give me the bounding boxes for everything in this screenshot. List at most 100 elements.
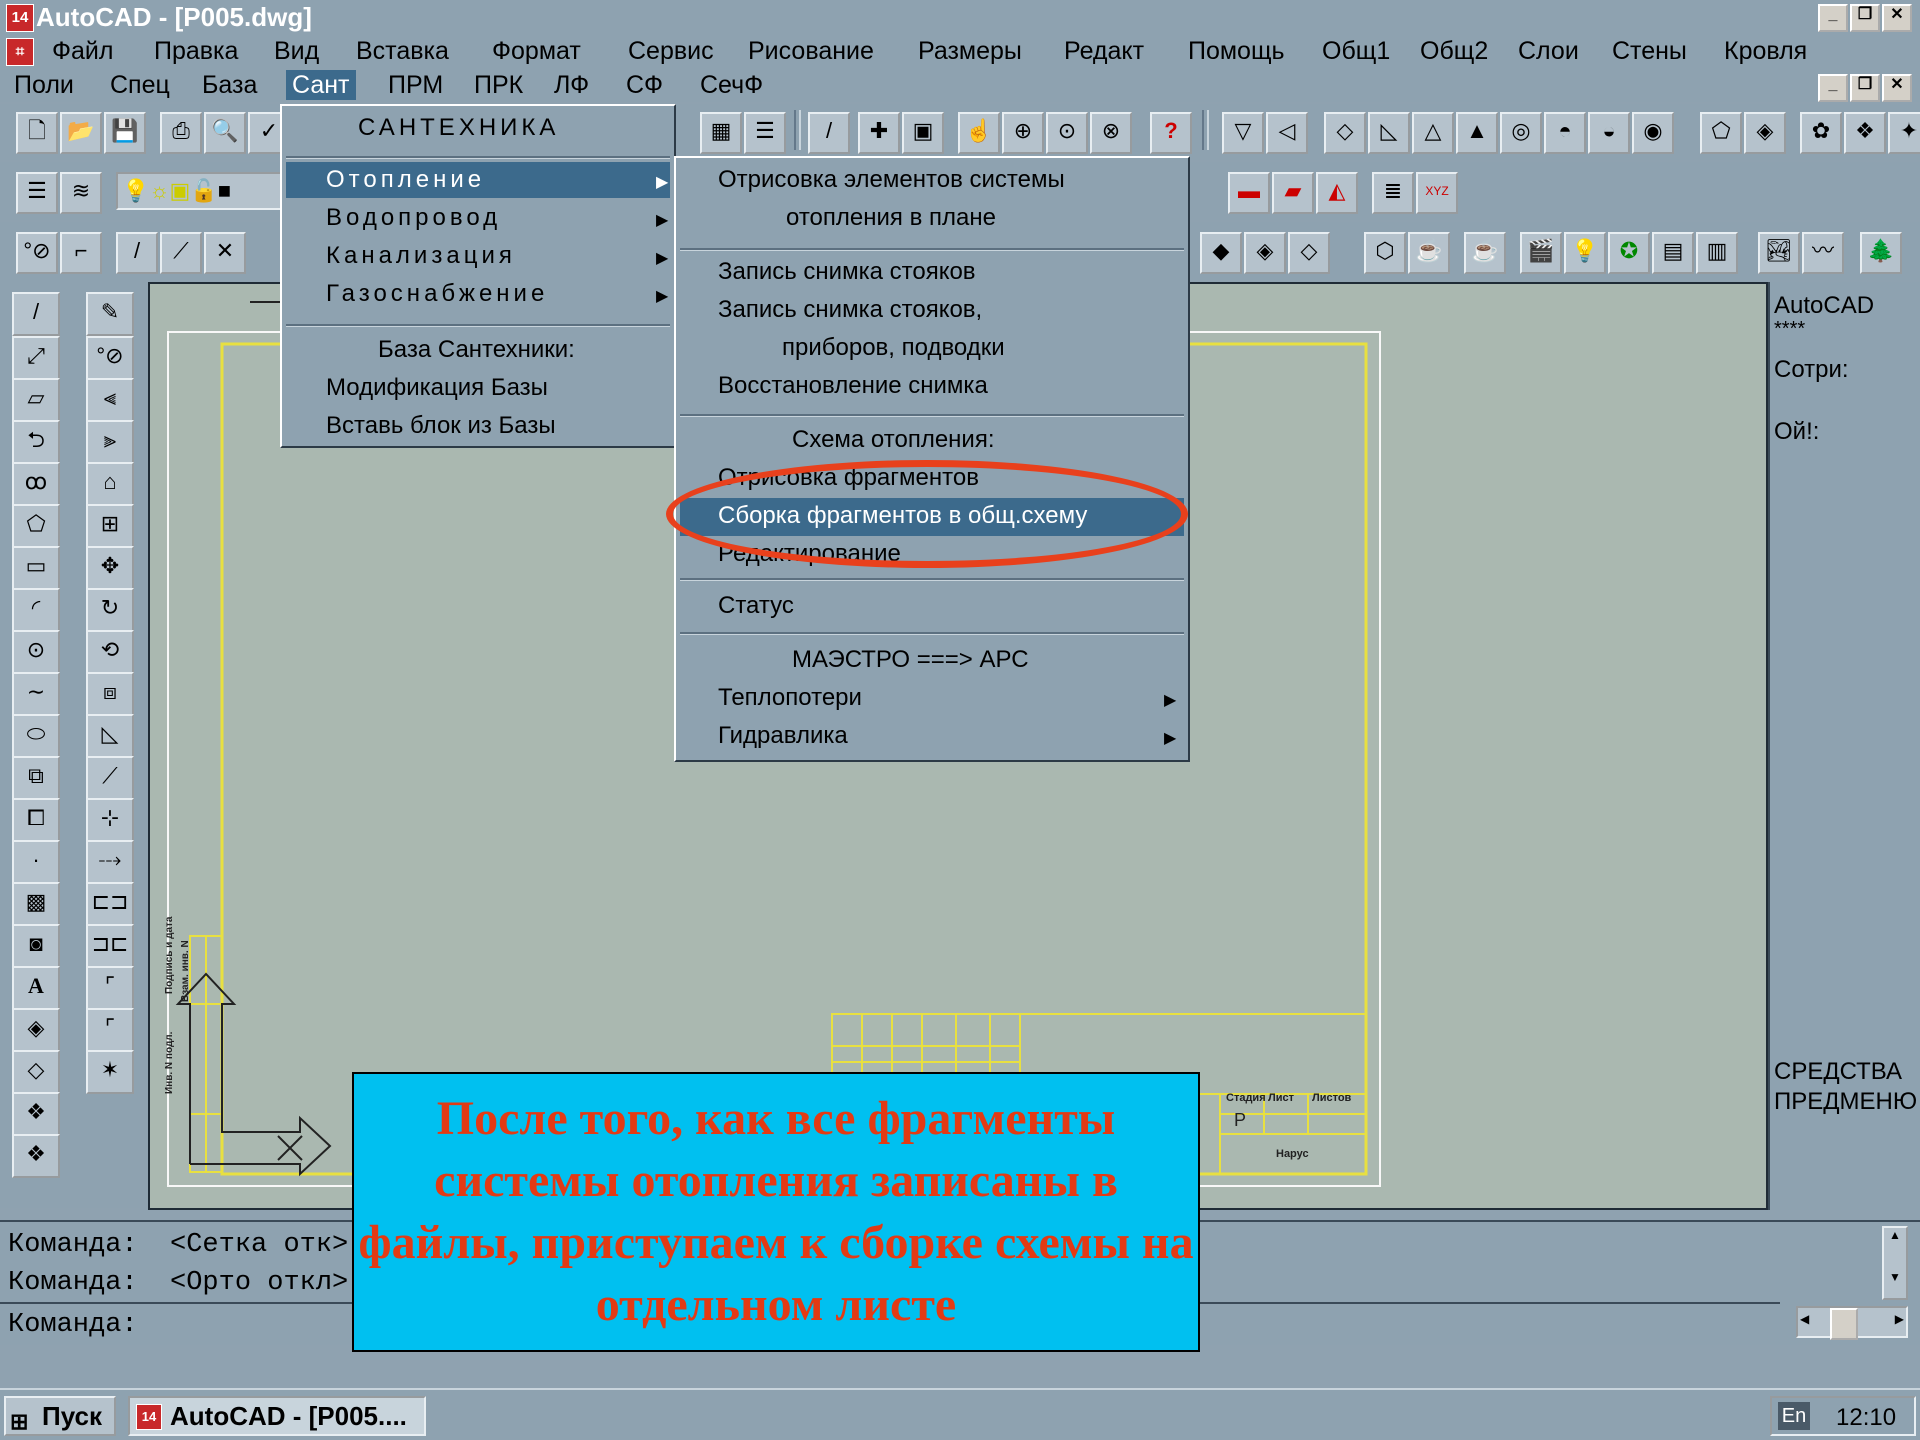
menu-help[interactable]: Помощь (1182, 36, 1291, 66)
side-premenu[interactable]: ПРЕДМЕНЮ (1774, 1088, 1917, 1116)
menu-walls[interactable]: Стены (1606, 36, 1693, 66)
shade2-icon[interactable]: ◈ (1244, 232, 1286, 274)
draw-circle-icon[interactable]: ⊙ (12, 630, 60, 674)
lengthen-icon[interactable]: ◺ (86, 714, 134, 758)
minimize-icon[interactable]: _ (1818, 4, 1848, 32)
landscape-icon[interactable]: ✪ (1608, 232, 1650, 274)
extend-icon[interactable]: ⊹ (86, 798, 134, 842)
light-icon[interactable]: 💡 (1564, 232, 1606, 274)
draw-rectangle-icon[interactable]: ▭ (12, 546, 60, 590)
extrude-icon[interactable]: ✦ (1888, 112, 1920, 154)
scroll-left-icon[interactable]: ◀ (1800, 1312, 1809, 1326)
pan-icon[interactable]: ☝ (958, 112, 1000, 154)
mirror-icon[interactable]: ⫷ (86, 378, 134, 422)
scale-icon[interactable]: ⟲ (86, 630, 134, 674)
draw-polygon-icon[interactable]: ⬠ (12, 504, 60, 548)
preview-icon[interactable]: 🔍 (204, 112, 246, 154)
zoom-previous-icon[interactable]: ⊗ (1090, 112, 1132, 154)
line-icon[interactable]: / (116, 232, 158, 274)
scroll-right-icon[interactable]: ▶ (1895, 1312, 1904, 1326)
shade3-icon[interactable]: ◇ (1288, 232, 1330, 274)
layer-stack-icon[interactable]: ≋ (60, 172, 102, 214)
sant-item-gas[interactable]: Газоснабжение (326, 280, 548, 308)
dish-icon[interactable]: ◒ (1588, 112, 1630, 154)
language-indicator[interactable]: En (1778, 1402, 1810, 1430)
doc-restore-icon[interactable]: ❐ (1850, 74, 1880, 102)
cone-icon[interactable]: ▲ (1456, 112, 1498, 154)
heating-draw-elements[interactable]: Отрисовка элементов системы (718, 166, 1065, 194)
break-icon[interactable]: ⤏ (86, 840, 134, 884)
menu-sechf[interactable]: СечФ (694, 70, 769, 100)
side-stars[interactable]: **** (1774, 318, 1805, 341)
menu-edit[interactable]: Правка (148, 36, 244, 66)
horizontal-scrollbar[interactable]: ◀ ▶ (1796, 1306, 1908, 1340)
restore-icon[interactable]: ❐ (1850, 4, 1880, 32)
heating-maestro[interactable]: МАЭСТРО ===> АРС (792, 646, 1029, 674)
side-tools[interactable]: СРЕДСТВА (1774, 1058, 1902, 1086)
menu-modify[interactable]: Редакт (1058, 36, 1150, 66)
side-oops[interactable]: Ой!: (1774, 418, 1819, 446)
tree-icon[interactable]: 🌲 (1860, 232, 1902, 274)
osnap-icon[interactable]: °⊘ (16, 232, 58, 274)
paste-icon[interactable]: ▣ (902, 112, 944, 154)
menu-file[interactable]: Файл (46, 36, 119, 66)
heating-save-risers[interactable]: Запись снимка стояков (718, 258, 976, 286)
doc-minimize-icon[interactable]: _ (1818, 74, 1848, 102)
layers-icon[interactable]: ☰ (16, 172, 58, 214)
tag2-icon[interactable]: ❖ (12, 1134, 60, 1178)
menu-dimensions[interactable]: Размеры (912, 36, 1028, 66)
mesh-icon[interactable]: ◈ (1744, 112, 1786, 154)
shade-icon[interactable]: ◆ (1200, 232, 1242, 274)
draw-ellipse-icon[interactable]: ⬭ (12, 714, 60, 758)
grid-array-icon[interactable]: ⊞ (86, 504, 134, 548)
layer-tool-icon[interactable]: ☰ (744, 112, 786, 154)
draw-polyline-icon[interactable]: ⮌ (12, 420, 60, 464)
color-icon[interactable]: ◭ (1316, 172, 1358, 214)
draw-xline-icon[interactable]: ⤢ (12, 336, 60, 380)
heating-draw-elements-cont[interactable]: отопления в плане (786, 204, 996, 232)
render-icon[interactable]: ✿ (1800, 112, 1842, 154)
break2-icon[interactable]: ⊏⊐ (86, 882, 134, 926)
stretch-icon[interactable]: ⧈ (86, 672, 134, 716)
menu-insert[interactable]: Вставка (350, 36, 455, 66)
edit-attr-icon[interactable]: ◇ (12, 1050, 60, 1094)
doc-close-icon[interactable]: ✕ (1882, 74, 1912, 102)
command-scrollbar[interactable]: ▲ ▼ (1882, 1226, 1908, 1300)
menu-general2[interactable]: Общ2 (1414, 36, 1494, 66)
scene-icon[interactable]: 🎬 (1520, 232, 1562, 274)
menu-sant[interactable]: Сант (286, 70, 356, 100)
insert-block-icon[interactable]: ⧉ (12, 756, 60, 800)
task-autocad[interactable]: 14 AutoCAD - [P005.... (128, 1396, 426, 1436)
array-icon[interactable]: ⌂ (86, 462, 134, 506)
scroll-thumb[interactable] (1830, 1308, 1858, 1340)
lineweight-icon[interactable]: ▰ (1272, 172, 1314, 214)
snap-icon[interactable]: ✚ (858, 112, 900, 154)
background-icon[interactable]: 🏞 (1758, 232, 1800, 274)
save-icon[interactable]: 💾 (104, 112, 146, 154)
zoom-realtime-icon[interactable]: ⊕ (1002, 112, 1044, 154)
text-icon[interactable]: A (12, 966, 60, 1010)
draw-spline-icon[interactable]: ∼ (12, 672, 60, 716)
fog-icon[interactable]: 〰 (1802, 232, 1844, 274)
ray-icon[interactable]: ⟋ (160, 232, 202, 274)
torus-icon[interactable]: ◉ (1632, 112, 1674, 154)
menu-roof[interactable]: Кровля (1718, 36, 1813, 66)
help-icon[interactable]: ? (1150, 112, 1192, 154)
draw-3dpoly-icon[interactable]: ꝏ (12, 462, 60, 506)
library-icon[interactable]: ▤ (1652, 232, 1694, 274)
draw-arc-icon[interactable]: ◜ (12, 588, 60, 632)
scroll-down-icon[interactable]: ▼ (1884, 1270, 1906, 1284)
autocad-app-icon[interactable]: 14 (6, 4, 34, 32)
ucs2-icon[interactable]: ◁ (1266, 112, 1308, 154)
menu-spec[interactable]: Спец (104, 70, 176, 100)
erase-icon[interactable]: ✎ (86, 292, 134, 336)
surface-icon[interactable]: ⬠ (1700, 112, 1742, 154)
stats-icon[interactable]: ▥ (1696, 232, 1738, 274)
menu-base[interactable]: База (196, 70, 263, 100)
zoom-window-icon[interactable]: ⊙ (1046, 112, 1088, 154)
hatch-icon[interactable]: ▩ (12, 882, 60, 926)
sphere-icon[interactable]: ◎ (1500, 112, 1542, 154)
sant-db-insert-block[interactable]: Вставь блок из Базы (326, 412, 556, 440)
clock[interactable]: 12:10 (1836, 1404, 1896, 1432)
xyz-icon[interactable]: XYZ (1416, 172, 1458, 214)
